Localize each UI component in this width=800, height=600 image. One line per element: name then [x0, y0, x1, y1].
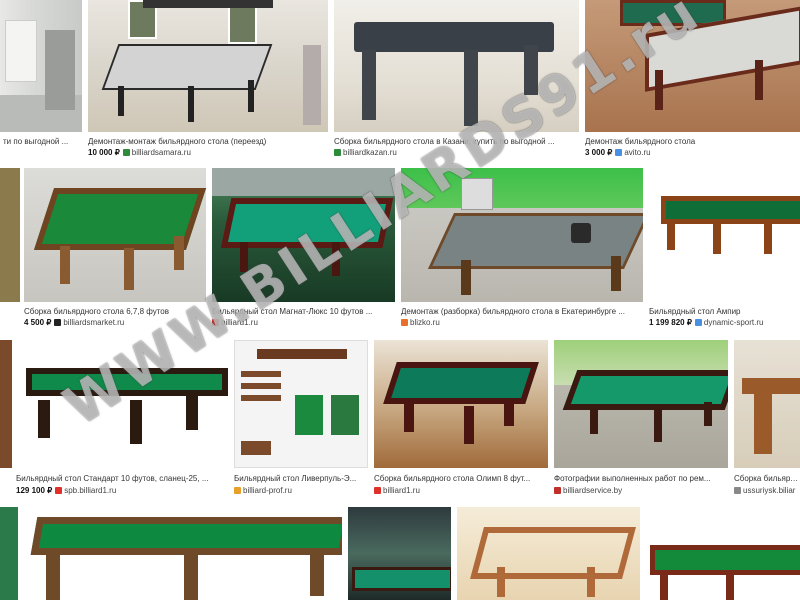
result-image[interactable]: [401, 168, 643, 302]
result-image[interactable]: [212, 168, 395, 302]
result-card[interactable]: ти по выгодной ...: [0, 0, 82, 160]
site-favicon-icon: [54, 319, 62, 326]
result-image[interactable]: [334, 0, 579, 132]
result-card[interactable]: Демонтаж (разборка) бильярдного стола в …: [401, 168, 643, 333]
result-source[interactable]: billiardkazan.ru: [343, 148, 397, 157]
result-source[interactable]: ussuriysk.biliar: [743, 486, 795, 495]
site-favicon-icon: [55, 487, 63, 494]
result-card[interactable]: Бильярдный стол Ливерпуль-Э... billiard-…: [234, 340, 368, 500]
result-caption[interactable]: Бильярдный стол Магнат-Люкс 10 футов ...: [212, 307, 393, 317]
result-card[interactable]: Демонтаж-монтаж бильярдного стола (перее…: [88, 0, 328, 160]
result-meta: ussuriysk.biliar: [734, 486, 800, 496]
result-image[interactable]: [734, 340, 800, 468]
result-source[interactable]: billiard1.ru: [221, 318, 258, 327]
result-card[interactable]: Сборка бильярдного стола в Казани, купит…: [334, 0, 579, 160]
site-favicon-icon: [401, 319, 408, 326]
result-source[interactable]: billiardsmarket.ru: [63, 318, 124, 327]
result-caption[interactable]: Бильярдный стол Ампир: [649, 307, 799, 317]
result-meta: 3 000 ₽ avito.ru: [585, 148, 798, 158]
result-image[interactable]: [0, 507, 18, 600]
result-meta: 129 100 ₽ spb.billiard1.ru: [16, 486, 226, 496]
result-source[interactable]: billiard-prof.ru: [243, 486, 292, 495]
result-card[interactable]: Сборка бильярдного ussuriysk.biliar: [734, 340, 800, 500]
result-source[interactable]: dynamic-sport.ru: [704, 318, 764, 327]
result-meta: 4 500 ₽ billiardsmarket.ru: [24, 318, 204, 328]
result-image[interactable]: [585, 0, 800, 132]
result-image[interactable]: [649, 168, 800, 302]
result-card[interactable]: Сборка бильярдного стола 6,7,8 футов 4 5…: [24, 168, 206, 333]
result-card[interactable]: [646, 507, 800, 600]
result-caption[interactable]: Демонтаж-монтаж бильярдного стола (перее…: [88, 137, 326, 147]
result-caption[interactable]: Сборка бильярдного стола Олимп 8 фут...: [374, 474, 546, 484]
result-card[interactable]: [24, 507, 342, 600]
result-source[interactable]: spb.billiard1.ru: [64, 486, 116, 495]
result-card[interactable]: [0, 168, 20, 328]
result-meta: billiardservice.by: [554, 486, 726, 496]
result-image[interactable]: [234, 340, 368, 468]
site-favicon-icon: [615, 149, 623, 156]
result-caption[interactable]: Сборка бильярдного стола в Казани, купит…: [334, 137, 577, 147]
result-image[interactable]: [0, 168, 20, 302]
site-favicon-icon: [212, 319, 219, 326]
site-favicon-icon: [374, 487, 381, 494]
result-price: 1 199 820 ₽: [649, 318, 692, 327]
result-source[interactable]: billiardservice.by: [563, 486, 622, 495]
result-caption[interactable]: Демонтаж бильярдного стола: [585, 137, 798, 147]
result-caption[interactable]: Сборка бильярдного: [734, 474, 800, 484]
result-meta: 1 199 820 ₽ dynamic-sport.ru: [649, 318, 799, 328]
result-image[interactable]: [88, 0, 328, 132]
result-card[interactable]: [0, 340, 12, 500]
result-caption[interactable]: Фотографии выполненных работ по рем...: [554, 474, 726, 484]
result-image[interactable]: [457, 507, 640, 600]
result-card[interactable]: Фотографии выполненных работ по рем... b…: [554, 340, 728, 500]
result-meta: blizko.ru: [401, 318, 641, 328]
result-image[interactable]: [0, 340, 12, 468]
result-image[interactable]: [374, 340, 548, 468]
result-meta: billiardkazan.ru: [334, 148, 577, 158]
site-favicon-icon: [334, 149, 341, 156]
result-source[interactable]: blizko.ru: [410, 318, 440, 327]
result-price: 4 500 ₽: [24, 318, 52, 327]
result-card[interactable]: [348, 507, 451, 600]
result-source[interactable]: avito.ru: [624, 148, 650, 157]
result-image[interactable]: [0, 0, 82, 132]
result-image[interactable]: [554, 340, 728, 468]
result-card[interactable]: Сборка бильярдного стола Олимп 8 фут... …: [374, 340, 548, 500]
result-meta: billiard-prof.ru: [234, 486, 366, 496]
result-card[interactable]: Демонтаж бильярдного стола 3 000 ₽ avito.…: [585, 0, 800, 160]
result-price: 10 000 ₽: [88, 148, 120, 157]
result-caption[interactable]: Бильярдный стол Ливерпуль-Э...: [234, 474, 366, 484]
result-image[interactable]: [646, 507, 800, 600]
result-meta: 10 000 ₽ billiardsamara.ru: [88, 148, 326, 158]
result-card[interactable]: [457, 507, 640, 600]
site-favicon-icon: [734, 487, 741, 494]
result-image[interactable]: [24, 507, 342, 600]
result-price: 129 100 ₽: [16, 486, 53, 495]
result-caption[interactable]: ти по выгодной ...: [3, 137, 81, 147]
site-favicon-icon: [554, 487, 561, 494]
result-card[interactable]: Бильярдный стол Стандарт 10 футов, слане…: [16, 340, 228, 500]
result-source[interactable]: billiardsamara.ru: [132, 148, 191, 157]
result-card[interactable]: [0, 507, 18, 600]
result-image[interactable]: [16, 340, 228, 468]
result-image[interactable]: [24, 168, 206, 302]
result-caption[interactable]: Демонтаж (разборка) бильярдного стола в …: [401, 307, 641, 317]
result-meta: billiard1.ru: [212, 318, 393, 328]
result-caption[interactable]: Бильярдный стол Стандарт 10 футов, слане…: [16, 474, 226, 484]
result-card[interactable]: Бильярдный стол Ампир 1 199 820 ₽ dynamic…: [649, 168, 800, 333]
result-price: 3 000 ₽: [585, 148, 613, 157]
site-favicon-icon: [122, 149, 130, 156]
result-source[interactable]: billiard1.ru: [383, 486, 420, 495]
site-favicon-icon: [694, 319, 702, 326]
result-caption[interactable]: Сборка бильярдного стола 6,7,8 футов: [24, 307, 204, 317]
result-image[interactable]: [348, 507, 451, 600]
result-meta: billiard1.ru: [374, 486, 546, 496]
result-card[interactable]: Бильярдный стол Магнат-Люкс 10 футов ...…: [212, 168, 395, 333]
site-favicon-icon: [234, 487, 241, 494]
